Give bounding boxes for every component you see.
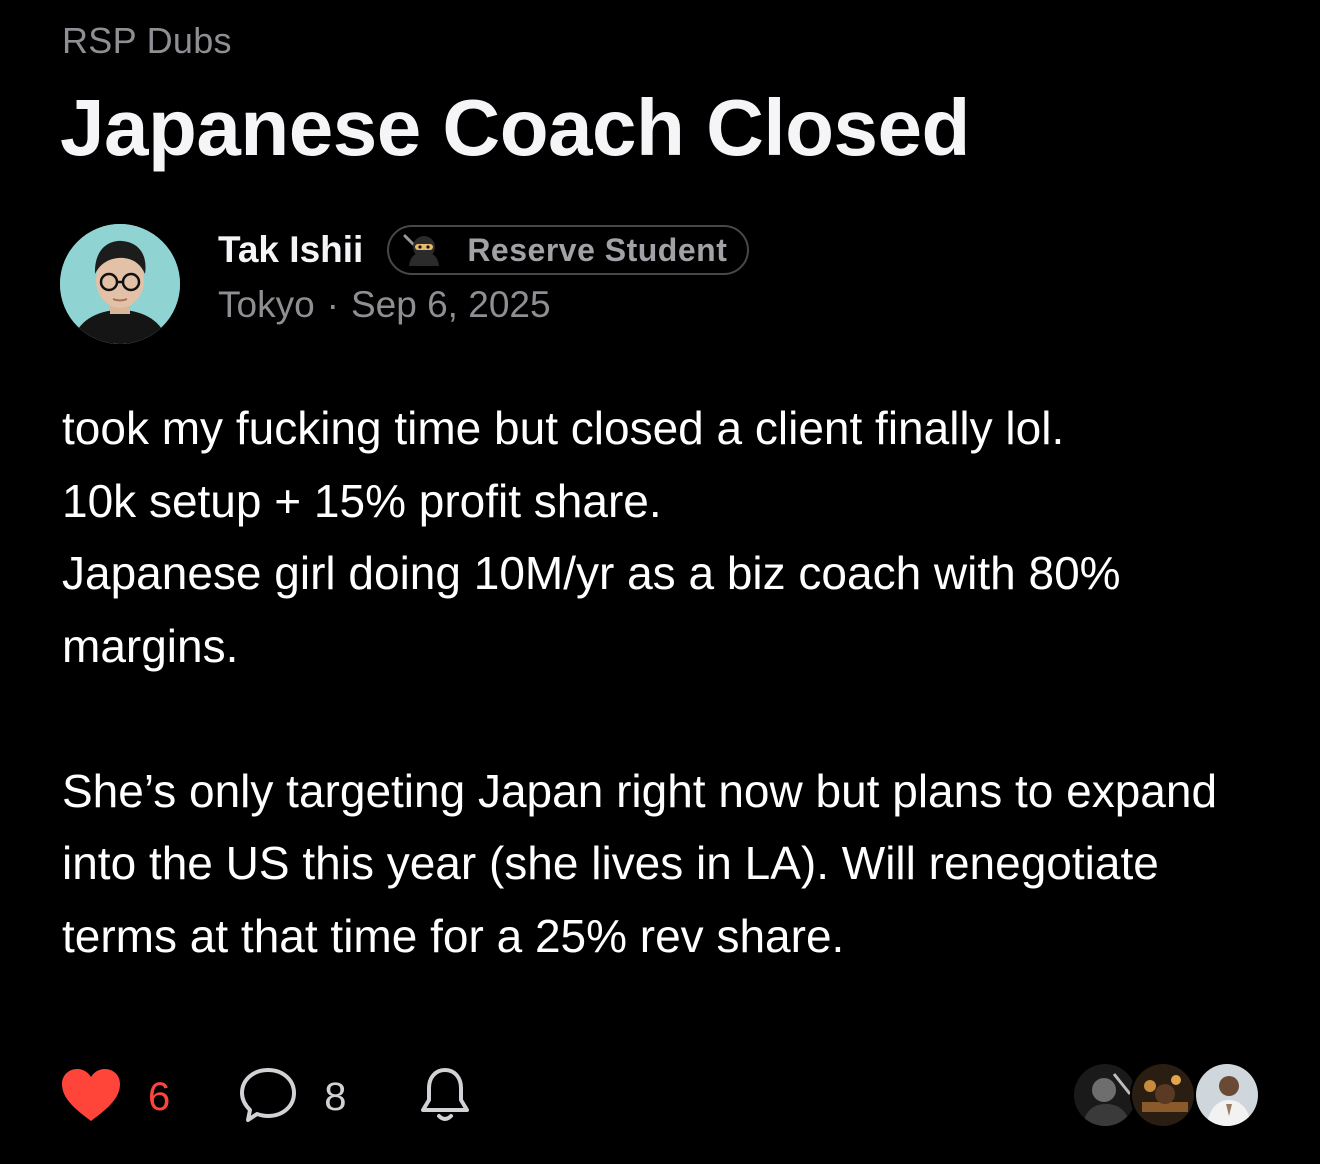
author-badge: Reserve Student <box>387 225 750 275</box>
author-avatar-image <box>60 224 180 344</box>
ninja-icon <box>403 232 445 268</box>
post-meta: Tokyo · Sep 6, 2025 <box>218 284 551 326</box>
post-date: Sep 6, 2025 <box>350 284 551 325</box>
post-actions: 6 8 <box>60 1062 473 1132</box>
reactor-avatar <box>1072 1062 1138 1128</box>
post-body-line: took my fucking time but closed a client… <box>62 402 1065 454</box>
reactor-avatars[interactable] <box>1072 1062 1262 1128</box>
heart-icon <box>60 1067 122 1128</box>
follow-button[interactable] <box>417 1064 473 1131</box>
author-name[interactable]: Tak Ishii <box>218 229 363 271</box>
badge-label: Reserve Student <box>467 231 728 268</box>
bell-icon <box>417 1064 473 1131</box>
reactor-avatar <box>1130 1062 1196 1128</box>
post-location: Tokyo <box>218 284 315 325</box>
comment-icon <box>238 1066 298 1129</box>
post-body-line: 10k setup + 15% profit share. <box>62 474 662 527</box>
community-category[interactable]: RSP Dubs <box>62 20 232 62</box>
reactor-avatar <box>1194 1062 1260 1128</box>
like-count: 6 <box>148 1074 171 1119</box>
comment-count: 8 <box>324 1074 347 1119</box>
post-body-line: Japanese girl doing 10M/yr as a biz coac… <box>62 547 1121 672</box>
meta-separator: · <box>326 284 339 325</box>
author-avatar[interactable] <box>60 224 180 344</box>
post-body-paragraph: She’s only targeting Japan right now but… <box>62 764 1218 962</box>
post-title: Japanese Coach Closed <box>60 83 970 172</box>
post-body: took my fucking time but closed a client… <box>62 392 1262 972</box>
like-button[interactable]: 6 <box>60 1067 238 1128</box>
comment-button[interactable]: 8 <box>238 1066 416 1129</box>
author-row: Tak Ishii Reserve Student <box>218 222 750 278</box>
